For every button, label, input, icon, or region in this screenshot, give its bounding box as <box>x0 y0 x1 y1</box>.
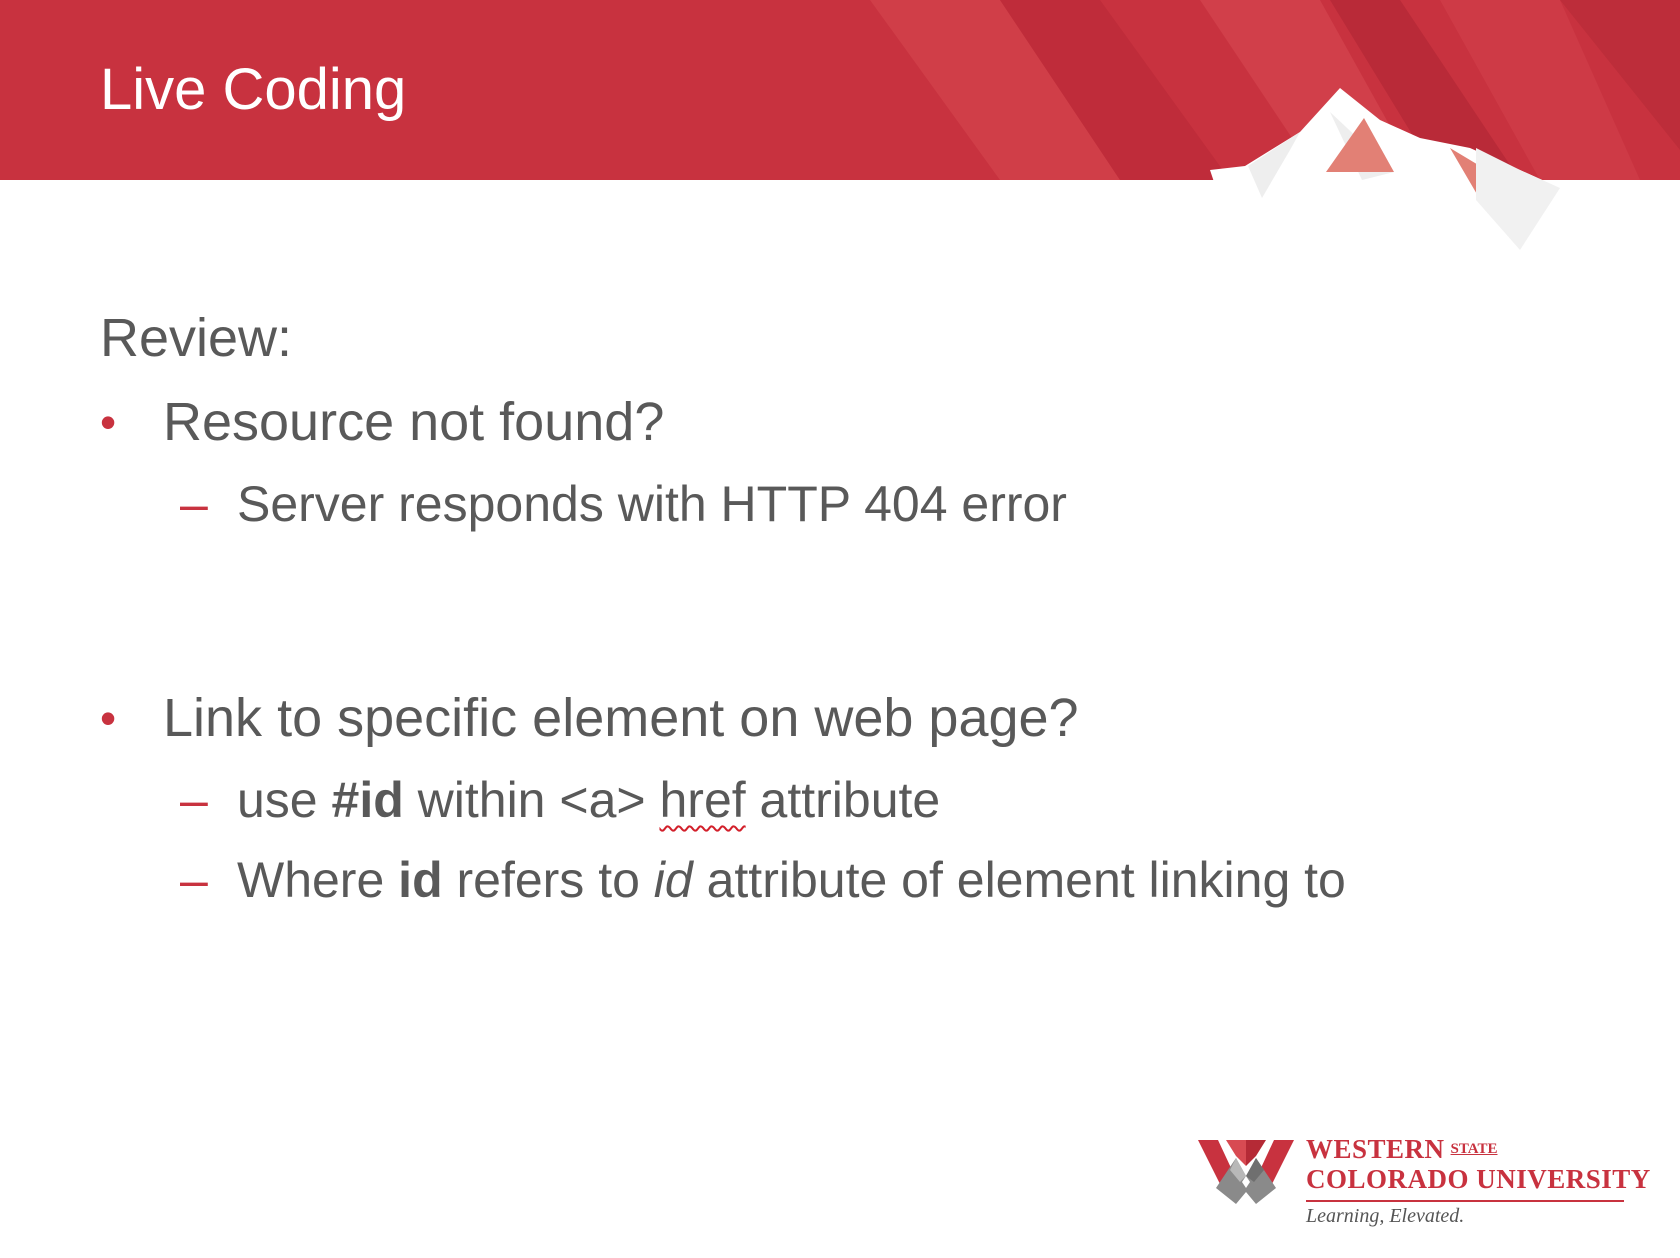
sub-bullet-http-404: – Server responds with HTTP 404 error <box>100 473 1600 535</box>
id-bold: id <box>398 852 443 908</box>
sub-bullet-text-part: refers to <box>442 852 654 908</box>
university-logo: WESTERN STATE COLORADO UNIVERSITY Learnin… <box>1198 1132 1650 1232</box>
dash-marker: – <box>180 852 208 908</box>
dash-marker: – <box>180 476 208 532</box>
sub-bullet-text-part: Where <box>237 852 399 908</box>
sub-bullet-where-id: – Where id refers to id attribute of ele… <box>100 849 1600 911</box>
bullet-resource-not-found: • Resource not found? <box>100 389 1600 455</box>
slide-title: Live Coding <box>100 57 407 122</box>
id-selector-bold: #id <box>331 772 404 828</box>
sub-bullet-text-part: within <a> <box>403 772 660 828</box>
bullet-marker: • <box>100 692 117 744</box>
href-spellcheck-word: href <box>659 772 746 828</box>
slide: Live Coding Review: • Resource not found… <box>0 0 1680 1258</box>
logo-wordmark-line1: WESTERN STATE <box>1306 1134 1498 1164</box>
logo-state-word: STATE <box>1450 1141 1498 1157</box>
logo-wordmark-line2: COLORADO UNIVERSITY <box>1306 1164 1651 1194</box>
w-mountain-logo-icon <box>1198 1140 1294 1204</box>
bullet-link-to-element: • Link to specific element on web page? <box>100 685 1600 751</box>
id-italic: id <box>653 852 693 908</box>
bullet-marker: • <box>100 396 117 448</box>
sub-bullet-text-part: attribute of element linking to <box>692 852 1346 908</box>
review-label: Review: <box>100 308 293 368</box>
sub-bullet-text: Server responds with HTTP 404 error <box>237 476 1067 532</box>
sub-bullet-use-id: – use #id within <a> href attribute <box>100 769 1600 831</box>
sub-bullet-text-part: attribute <box>745 772 941 828</box>
logo-divider <box>1306 1200 1624 1202</box>
sub-bullet-text-part: use <box>237 772 332 828</box>
bullet-text: Link to specific element on web page? <box>163 688 1079 748</box>
dash-marker: – <box>180 772 208 828</box>
slide-body: Review: • Resource not found? – Server r… <box>100 305 1600 911</box>
logo-tagline: Learning, Elevated. <box>1306 1205 1465 1227</box>
header-banner <box>0 0 1680 260</box>
bullet-text: Resource not found? <box>163 392 665 452</box>
